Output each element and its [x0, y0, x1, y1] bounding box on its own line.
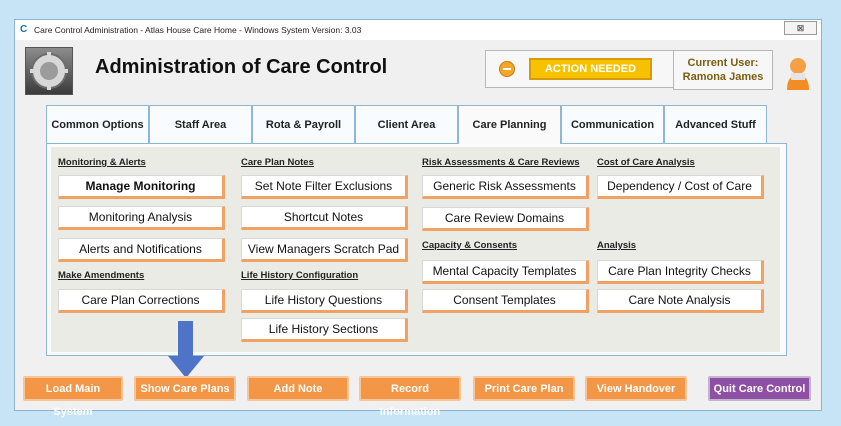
- generic-risk-assessments-button[interactable]: Generic Risk Assessments: [422, 175, 589, 199]
- consent-templates-button[interactable]: Consent Templates: [422, 289, 589, 313]
- amendments-heading: Make Amendments: [58, 270, 145, 281]
- title-bar: C Care Control Administration - Atlas Ho…: [15, 20, 821, 40]
- set-note-filter-exclusions-button[interactable]: Set Note Filter Exclusions: [241, 175, 408, 199]
- life-history-heading: Life History Configuration: [241, 270, 359, 281]
- window-title: Care Control Administration - Atlas Hous…: [34, 25, 362, 35]
- care-review-domains-button[interactable]: Care Review Domains: [422, 207, 589, 231]
- monitoring-analysis-button[interactable]: Monitoring Analysis: [58, 206, 225, 230]
- show-care-plans-button[interactable]: Show Care Plans: [134, 376, 236, 401]
- care-control-logo-icon: [25, 47, 73, 95]
- care-plan-integrity-checks-button[interactable]: Care Plan Integrity Checks: [597, 260, 764, 284]
- application-window: C Care Control Administration - Atlas Ho…: [14, 19, 822, 418]
- life-history-sections-button[interactable]: Life History Sections: [241, 318, 408, 342]
- manage-monitoring-button[interactable]: Manage Monitoring: [58, 175, 225, 199]
- guide-arrow-icon: [178, 321, 193, 357]
- app-logo-icon: C: [20, 24, 28, 35]
- minus-circle-icon: [499, 61, 515, 77]
- quit-care-control-button[interactable]: Quit Care Control: [708, 376, 811, 401]
- care-note-analysis-button[interactable]: Care Note Analysis: [597, 289, 764, 313]
- mental-capacity-templates-button[interactable]: Mental Capacity Templates: [422, 260, 589, 284]
- current-user-name: Ramona James: [682, 71, 764, 83]
- shortcut-notes-button[interactable]: Shortcut Notes: [241, 206, 408, 230]
- tab-communication-area[interactable]: Communication Area: [561, 105, 664, 170]
- guide-arrow-head-icon: [168, 356, 204, 378]
- current-user-panel: Current User: Ramona James: [673, 50, 773, 90]
- close-button[interactable]: ⊠: [784, 21, 817, 35]
- capacity-heading: Capacity & Consents: [422, 240, 518, 251]
- add-note-button[interactable]: Add Note: [247, 376, 349, 401]
- analysis-heading: Analysis: [597, 240, 637, 251]
- tab-care-planning[interactable]: Care Planning: [458, 105, 561, 144]
- load-main-system-button[interactable]: Load Main System: [23, 376, 123, 418]
- tab-rota-payroll[interactable]: Rota & Payroll: [252, 105, 355, 144]
- life-history-questions-button[interactable]: Life History Questions: [241, 289, 408, 313]
- care-plan-corrections-button[interactable]: Care Plan Corrections: [58, 289, 225, 313]
- risk-heading: Risk Assessments & Care Reviews: [422, 157, 580, 168]
- print-care-plan-button[interactable]: Print Care Plan: [473, 376, 575, 401]
- alerts-notifications-button[interactable]: Alerts and Notifications: [58, 238, 225, 262]
- user-avatar-icon: [786, 55, 810, 91]
- status-panel: ACTION NEEDED: [485, 50, 675, 88]
- monitoring-heading: Monitoring & Alerts: [58, 157, 146, 168]
- current-user-label: Current User:: [687, 57, 759, 69]
- tab-common-options[interactable]: Common Options: [46, 105, 149, 144]
- cost-heading: Cost of Care Analysis: [597, 157, 695, 168]
- tab-staff-area[interactable]: Staff Area: [149, 105, 252, 144]
- action-needed-button[interactable]: ACTION NEEDED: [529, 58, 652, 80]
- tab-client-area[interactable]: Client Area: [355, 105, 458, 144]
- record-information-button[interactable]: Record Information: [359, 376, 461, 418]
- care-plan-notes-heading: Care Plan Notes: [241, 157, 314, 168]
- dependency-cost-button[interactable]: Dependency / Cost of Care: [597, 175, 764, 199]
- view-handover-button[interactable]: View Handover: [585, 376, 687, 401]
- view-managers-scratch-pad-button[interactable]: View Managers Scratch Pad: [241, 238, 408, 262]
- page-title: Administration of Care Control: [95, 56, 388, 78]
- care-planning-panel-content: Monitoring & Alerts Manage Monitoring Mo…: [51, 147, 780, 352]
- tab-advanced-stuff[interactable]: Advanced Stuff: [664, 105, 767, 144]
